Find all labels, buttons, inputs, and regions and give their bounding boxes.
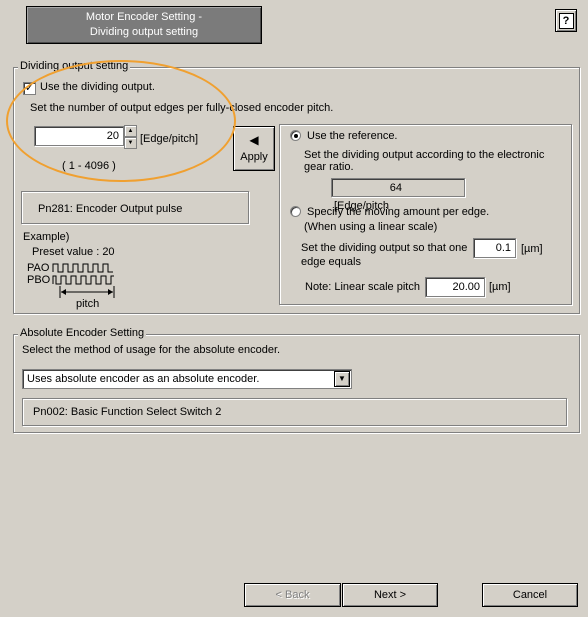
help-button[interactable]: ?	[555, 9, 577, 32]
edge-equals-line1: Set the dividing output so that one	[301, 242, 468, 254]
absolute-encoder-selected: Uses absolute encoder as an absolute enc…	[27, 373, 260, 385]
moving-amount-sub: (When using a linear scale)	[304, 221, 438, 233]
apply-label: Apply	[240, 151, 268, 163]
edge-per-pitch-input[interactable]: 20	[34, 126, 124, 146]
edge-equals-line2: edge equals	[301, 256, 361, 268]
edge-per-pitch-unit: [Edge/pitch]	[140, 133, 199, 145]
pn002-param-label: Pn002: Basic Function Select Switch 2	[33, 406, 222, 418]
pn002-param-box: Pn002: Basic Function Select Switch 2	[22, 398, 567, 426]
pn281-param-label: Pn281: Encoder Output pulse	[38, 203, 183, 215]
cancel-button[interactable]: Cancel	[482, 583, 578, 607]
pulse-waveform	[52, 263, 115, 298]
moving-amount-label: Specify the moving amount per edge.	[307, 206, 490, 218]
next-button[interactable]: Next >	[342, 583, 438, 607]
absolute-instruction: Select the method of usage for the absol…	[22, 344, 281, 356]
left-arrow-icon: ◀	[249, 133, 259, 147]
edge-per-pitch-spinner[interactable]: ▲ ▼	[124, 125, 137, 149]
pao-label: PAO	[27, 262, 50, 274]
example-preset: Preset value : 20	[32, 246, 115, 258]
edge-range: ( 1 - 4096 )	[62, 160, 116, 172]
dividing-output-legend: Dividing output setting	[18, 60, 131, 72]
gear-ratio-value: 64 [Edge/pitch	[331, 178, 465, 212]
page-title: Motor Encoder Setting - Dividing output …	[26, 6, 262, 44]
help-icon: ?	[558, 12, 574, 29]
pn281-param-box: Pn281: Encoder Output pulse	[21, 191, 249, 224]
linear-pitch-label: Note: Linear scale pitch	[305, 281, 420, 293]
gear-ratio-number: 64	[389, 182, 402, 194]
edge-equals-input[interactable]: 0.1	[473, 238, 516, 258]
use-reference-label: Use the reference.	[307, 130, 398, 142]
spin-up-icon[interactable]: ▲	[124, 125, 137, 137]
example-title: Example)	[23, 231, 70, 243]
absolute-encoder-select[interactable]: Uses absolute encoder as an absolute enc…	[22, 369, 352, 389]
spin-down-icon[interactable]: ▼	[124, 137, 137, 149]
reference-desc-1: Set the dividing output according to the…	[304, 149, 545, 161]
absolute-encoder-legend: Absolute Encoder Setting	[18, 327, 147, 339]
use-dividing-label: Use the dividing output.	[40, 81, 155, 93]
use-dividing-checkbox[interactable]: ✓	[23, 82, 36, 95]
apply-button[interactable]: ◀ Apply	[233, 126, 275, 171]
use-reference-radio[interactable]	[290, 130, 301, 141]
moving-amount-radio[interactable]	[290, 206, 301, 217]
pitch-label: pitch	[76, 298, 100, 310]
title-line-1: Motor Encoder Setting -	[85, 11, 203, 23]
back-button[interactable]: < Back	[244, 583, 341, 607]
edge-equals-unit: [µm]	[521, 243, 543, 255]
linear-pitch-unit: [µm]	[489, 281, 511, 293]
reference-desc-2: gear ratio.	[304, 161, 354, 173]
dividing-instruction: Set the number of output edges per fully…	[30, 102, 334, 114]
linear-pitch-input[interactable]: 20.00	[425, 277, 485, 297]
dropdown-arrow-icon[interactable]: ▼	[334, 371, 350, 387]
pbo-label: PBO	[27, 274, 51, 286]
title-line-2: Dividing output setting	[89, 26, 199, 38]
